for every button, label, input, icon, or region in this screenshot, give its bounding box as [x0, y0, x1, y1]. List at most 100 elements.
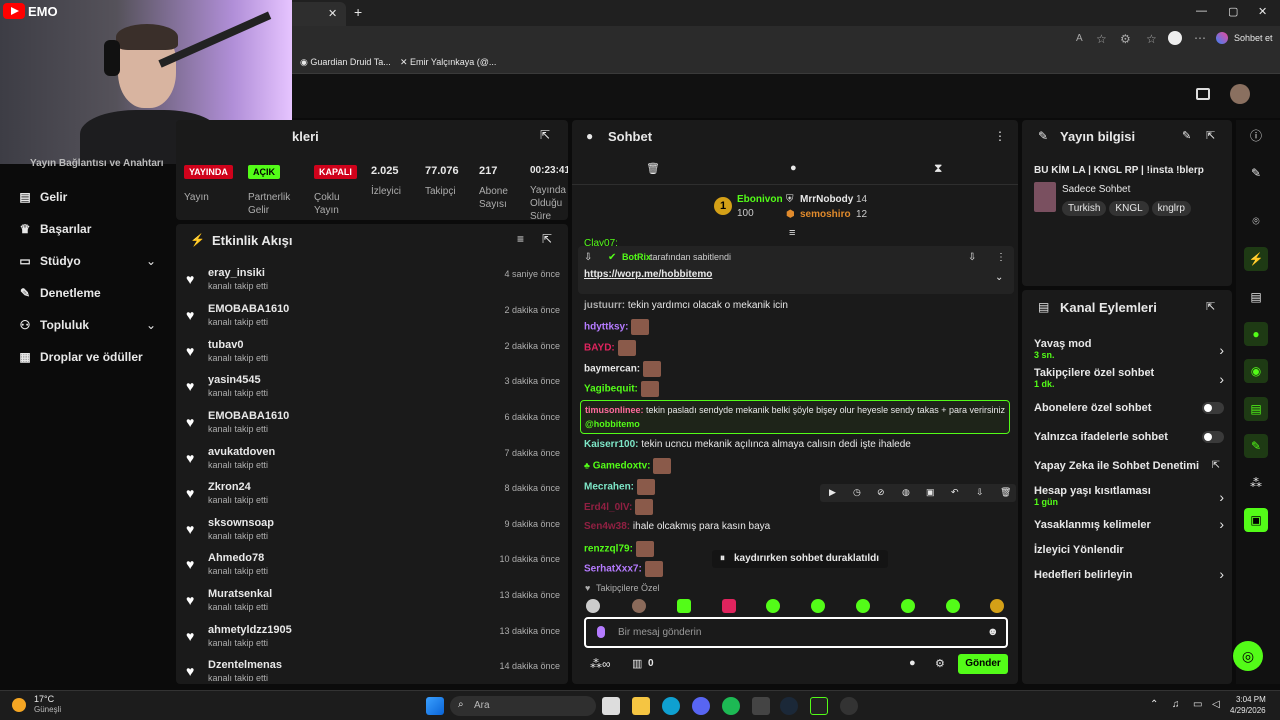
chat-user[interactable]: justuurr: [584, 300, 625, 311]
bookmark-guardian[interactable]: ◉ Guardian Druid Ta... [300, 57, 391, 68]
chat-user[interactable]: baymercan: [584, 364, 640, 375]
favorite-icon[interactable]: ☆ [1096, 32, 1107, 46]
collections-icon[interactable]: ☆ [1146, 32, 1157, 46]
tag[interactable]: Turkish [1062, 201, 1107, 216]
popout-icon[interactable]: ⇱ [1206, 300, 1215, 313]
chat-input-box[interactable]: Bir mesaj gönderin ☻ [584, 617, 1008, 648]
expand-leaderboard-icon[interactable]: ≡ [789, 227, 795, 239]
new-tab-button[interactable]: + [354, 4, 362, 20]
chevron-down-icon[interactable]: ⌄ [146, 254, 156, 268]
activity-user[interactable]: yasin4545 [208, 374, 261, 386]
top-gifter-name[interactable]: Ebonivon [737, 194, 783, 205]
reply-icon[interactable]: ◍ [902, 487, 910, 498]
chat-user[interactable]: hdyttksy: [584, 322, 628, 333]
action-ai-moderation[interactable]: Yapay Zeka ile Sohbet Denetimi ⇱ [1034, 460, 1224, 474]
tag[interactable]: knglrp [1151, 201, 1191, 216]
weather-temp[interactable]: 17°C [34, 694, 54, 704]
bolt-icon[interactable]: ⚡ [1244, 247, 1268, 271]
activity-user[interactable]: Muratsenkal [208, 588, 272, 600]
close-tab-icon[interactable]: ✕ [328, 7, 337, 20]
popout-icon[interactable]: ⇱ [542, 232, 552, 246]
emote-icon[interactable] [677, 599, 691, 613]
steam-icon[interactable] [780, 697, 798, 715]
gifter-name[interactable]: semoshiro [800, 209, 851, 220]
chevron-up-icon[interactable]: ⌃ [1150, 699, 1158, 710]
pin-icon[interactable]: ⇩ [968, 252, 976, 263]
clock-time[interactable]: 3:04 PM [1236, 695, 1266, 704]
camera-icon[interactable]: ⌾ [1244, 209, 1268, 233]
activity-user[interactable]: EMOBABA1610 [208, 303, 289, 315]
category-name[interactable]: Sadece Sohbet [1062, 184, 1130, 195]
pin-icon[interactable]: ⇩ [976, 487, 984, 498]
more-options-icon[interactable]: ⋮ [994, 129, 1006, 143]
activity-user[interactable]: ahmetyldzz1905 [208, 624, 292, 636]
popout-icon[interactable]: ⇱ [1206, 129, 1215, 142]
more-icon[interactable]: ⋯ [1194, 31, 1206, 45]
activity-user[interactable]: eray_insiki [208, 267, 265, 279]
activity-user[interactable]: Zkron24 [208, 481, 251, 493]
copilot-icon[interactable] [1216, 32, 1228, 44]
delete-icon[interactable]: 🗑 [1000, 487, 1011, 498]
stream-key-link[interactable]: Yayın Bağlantısı ve Anahtarı [30, 158, 164, 169]
microphone-icon[interactable]: ♫ [1172, 699, 1180, 710]
gear-icon[interactable]: ⚙ [935, 657, 945, 670]
maximize-button[interactable]: ▢ [1228, 5, 1238, 18]
ban-icon[interactable]: ⊘ [877, 487, 885, 498]
sidebar-item-topluluk[interactable]: ⚇ Topluluk [18, 318, 90, 332]
chat-user[interactable]: Mecrahen: [584, 482, 634, 493]
taskbar-search[interactable]: ⌕ Ara [450, 696, 596, 716]
monitor-icon[interactable]: ▭ [1193, 699, 1202, 710]
close-window-button[interactable]: ✕ [1258, 5, 1267, 18]
emote-icon[interactable] [586, 599, 600, 613]
gifter-name[interactable]: MrrNobody [800, 194, 853, 205]
wrench-icon[interactable]: ✎ [1244, 434, 1268, 458]
action-slow-mode[interactable]: Yavaş mod 3 sn. › [1034, 338, 1224, 364]
edit-icon[interactable]: ✎ [1244, 161, 1268, 185]
edge-icon[interactable] [662, 697, 680, 715]
undo-icon[interactable]: ↶ [951, 487, 959, 498]
extensions-icon[interactable]: ⚙ [1120, 32, 1131, 46]
chat-user[interactable]: renzzql79: [584, 544, 633, 555]
emote-icon[interactable] [811, 599, 825, 613]
studio-icon[interactable] [1196, 88, 1210, 100]
trash-icon[interactable]: 🗑 [646, 162, 660, 175]
action-banned-words[interactable]: Yasaklanmış kelimeler › [1034, 516, 1224, 533]
info-icon[interactable]: ⓘ [1244, 124, 1268, 148]
channel-actions-icon[interactable]: ▤ [1244, 397, 1268, 421]
chat-user[interactable]: Yagibequit: [584, 384, 638, 395]
pinned-by[interactable]: BotRix [622, 252, 651, 262]
emote-icon[interactable] [856, 599, 870, 613]
chat-user[interactable]: timusonlinee: [585, 405, 644, 415]
sohbet-et-button[interactable]: Sohbet et [1234, 33, 1273, 43]
action-raid[interactable]: İzleyici Yönlendir [1034, 544, 1224, 558]
sidebar-item-denetleme[interactable]: ✎ Denetleme [18, 286, 101, 300]
task-view-icon[interactable] [602, 697, 620, 715]
mention[interactable]: @hobbitemo [585, 419, 640, 429]
hourglass-icon[interactable]: ⧗ [934, 161, 942, 176]
points-icon[interactable]: ⁂∞ [590, 657, 611, 671]
activity-user[interactable]: Ahmedo78 [208, 552, 264, 564]
activity-user[interactable]: EMOBABA1610 [208, 410, 289, 422]
chat-icon[interactable]: ● [1244, 322, 1268, 346]
activity-user[interactable]: Dzentelmenas [208, 659, 282, 671]
activity-user[interactable]: avukatdoven [208, 446, 275, 458]
emote-icon[interactable] [722, 599, 736, 613]
copy-icon[interactable]: ▣ [926, 487, 935, 498]
emoji-icon[interactable]: ☻ [987, 626, 999, 638]
chat-user[interactable]: Kaiserr100: [584, 439, 638, 450]
chevron-down-icon[interactable]: ⌄ [995, 272, 1003, 283]
studio-icon[interactable]: ▣ [1244, 508, 1268, 532]
activity-user[interactable]: sksownsoap [208, 517, 274, 529]
timeout-icon[interactable]: ◷ [853, 487, 861, 498]
terminal-icon[interactable] [752, 697, 770, 715]
spotify-icon[interactable] [722, 697, 740, 715]
send-button[interactable]: Gönder [958, 654, 1008, 674]
read-aloud-icon[interactable]: A [1076, 33, 1083, 44]
obs-icon[interactable] [840, 697, 858, 715]
emote-icon[interactable] [901, 599, 915, 613]
emote-icon[interactable] [990, 599, 1004, 613]
sidebar-item-gelir[interactable]: ▤ Gelir [18, 190, 67, 204]
action-goals[interactable]: Hedefleri belirleyin › [1034, 566, 1224, 583]
chat-user[interactable]: Sen4w38: [584, 521, 630, 532]
support-chat-button[interactable]: ◎ [1233, 641, 1263, 671]
